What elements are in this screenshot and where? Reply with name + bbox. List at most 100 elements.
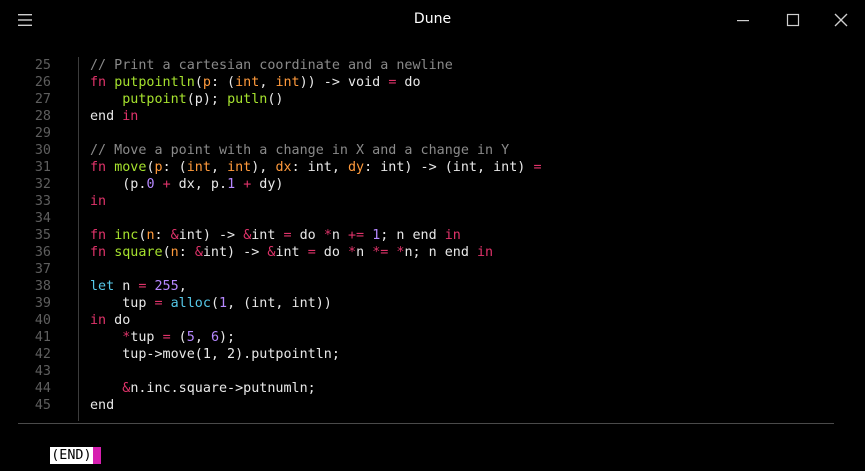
code-token: n; n end: [404, 245, 477, 260]
code-token: putpoint: [122, 92, 187, 107]
code-line[interactable]: 31 fn move(p: (int, int), dx: int, dy: in…: [18, 159, 834, 176]
code-token: 5: [186, 330, 195, 345]
code-token: in: [90, 194, 107, 209]
code-token: fn: [90, 75, 115, 90]
line-code: tup = alloc(1, (int, int)): [90, 295, 332, 312]
code-token: fn: [90, 245, 115, 260]
line-code: fn square(n: &int) -> &int = do *n *= *n…: [90, 244, 493, 261]
code-token: ,: [178, 279, 187, 294]
code-token: (: [162, 245, 171, 260]
code-line[interactable]: 40 in do: [18, 312, 834, 329]
text-cursor: [92, 447, 101, 464]
code-line[interactable]: 29: [18, 125, 834, 142]
line-number: 42: [34, 347, 51, 362]
code-token: do: [291, 228, 324, 243]
code-token: n: [331, 228, 348, 243]
code-token: int) ->: [178, 228, 244, 243]
code-token: int: [275, 75, 300, 90]
close-icon[interactable]: [834, 13, 848, 27]
code-token: do: [396, 75, 421, 90]
code-token: (p);: [186, 92, 228, 107]
code-token: (p.: [90, 177, 147, 192]
code-token: // Move a point with a change in X and a…: [90, 143, 510, 158]
line-number: 30: [34, 143, 51, 158]
status-line: (END): [18, 430, 101, 464]
code-line[interactable]: 26 fn putpointln(p: (int, int)) -> void =…: [18, 74, 834, 91]
code-token: (: [146, 160, 155, 175]
code-token: n: [170, 245, 179, 260]
code-token: putln: [227, 92, 268, 107]
code-token: =: [154, 296, 163, 311]
maximize-icon[interactable]: [786, 13, 800, 27]
code-token: end: [90, 398, 115, 413]
code-line[interactable]: 43: [18, 363, 834, 380]
code-line[interactable]: 28 end in: [18, 108, 834, 125]
code-token: dy): [251, 177, 284, 192]
line-code: &n.inc.square->putnumln;: [90, 380, 316, 397]
line-number: 45: [34, 398, 51, 413]
code-line[interactable]: 33 in: [18, 193, 834, 210]
code-token: *=: [372, 245, 389, 260]
code-token: (: [194, 75, 203, 90]
title-bar: Dune: [0, 0, 865, 42]
code-token: n: [146, 228, 155, 243]
code-line[interactable]: 27 putpoint(p); putln(): [18, 91, 834, 108]
code-token: (: [210, 296, 219, 311]
code-line[interactable]: 36 fn square(n: &int) -> &int = do *n *= …: [18, 244, 834, 261]
code-token: :: [178, 245, 195, 260]
code-line[interactable]: 45 end: [18, 397, 834, 414]
line-code: putpoint(p); putln(): [90, 91, 283, 108]
code-line[interactable]: 41 *tup = (5, 6);: [18, 329, 834, 346]
code-token: int: [235, 75, 260, 90]
line-code: (p.0 + dx, p.1 + dy): [90, 176, 284, 193]
code-token: tup: [130, 330, 163, 345]
code-token: );: [219, 330, 236, 345]
code-token: tup: [90, 296, 155, 311]
code-token: +: [162, 177, 171, 192]
minimize-icon[interactable]: [736, 13, 750, 27]
code-line[interactable]: 32 (p.0 + dx, p.1 + dy): [18, 176, 834, 193]
code-token: )) -> void: [299, 75, 389, 90]
code-token: p: [154, 160, 163, 175]
code-token: 255: [154, 279, 179, 294]
code-token: (: [170, 330, 187, 345]
code-token: &: [170, 228, 179, 243]
line-code: // Move a point with a change in X and a…: [90, 142, 509, 159]
line-number: 39: [34, 296, 51, 311]
line-number: 32: [34, 177, 51, 192]
code-token: *: [348, 245, 357, 260]
line-code: end in: [90, 108, 138, 125]
line-number: 29: [34, 126, 51, 141]
code-token: : (: [162, 160, 187, 175]
code-line[interactable]: 34: [18, 210, 834, 227]
code-line[interactable]: 39 tup = alloc(1, (int, int)): [18, 295, 834, 312]
code-line[interactable]: 38 let n = 255,: [18, 278, 834, 295]
code-token: end: [90, 109, 123, 124]
code-line[interactable]: 42 tup->move(1, 2).putpointln;: [18, 346, 834, 363]
line-number: 38: [34, 279, 51, 294]
code-editor[interactable]: 25 // Print a cartesian coordinate and a …: [18, 57, 834, 414]
code-token: move: [114, 160, 147, 175]
code-token: in: [477, 245, 494, 260]
code-token: : int,: [291, 160, 348, 175]
code-line[interactable]: 25 // Print a cartesian coordinate and a …: [18, 57, 834, 74]
code-token: putpointln: [114, 75, 195, 90]
code-token: 1: [227, 177, 236, 192]
code-line[interactable]: 35 fn inc(n: &int) -> &int = do *n += 1; …: [18, 227, 834, 244]
code-line[interactable]: 30 // Move a point with a change in X and…: [18, 142, 834, 159]
code-token: int: [275, 245, 308, 260]
line-number: 34: [34, 211, 51, 226]
code-token: square: [114, 245, 163, 260]
code-line[interactable]: 37: [18, 261, 834, 278]
code-token: int: [251, 228, 284, 243]
line-number: 40: [34, 313, 51, 328]
code-token: int) ->: [202, 245, 268, 260]
line-code: // Print a cartesian coordinate and a ne…: [90, 57, 453, 74]
code-token: =: [162, 330, 171, 345]
line-code: in do: [90, 312, 130, 329]
code-line[interactable]: 44 &n.inc.square->putnumln;: [18, 380, 834, 397]
